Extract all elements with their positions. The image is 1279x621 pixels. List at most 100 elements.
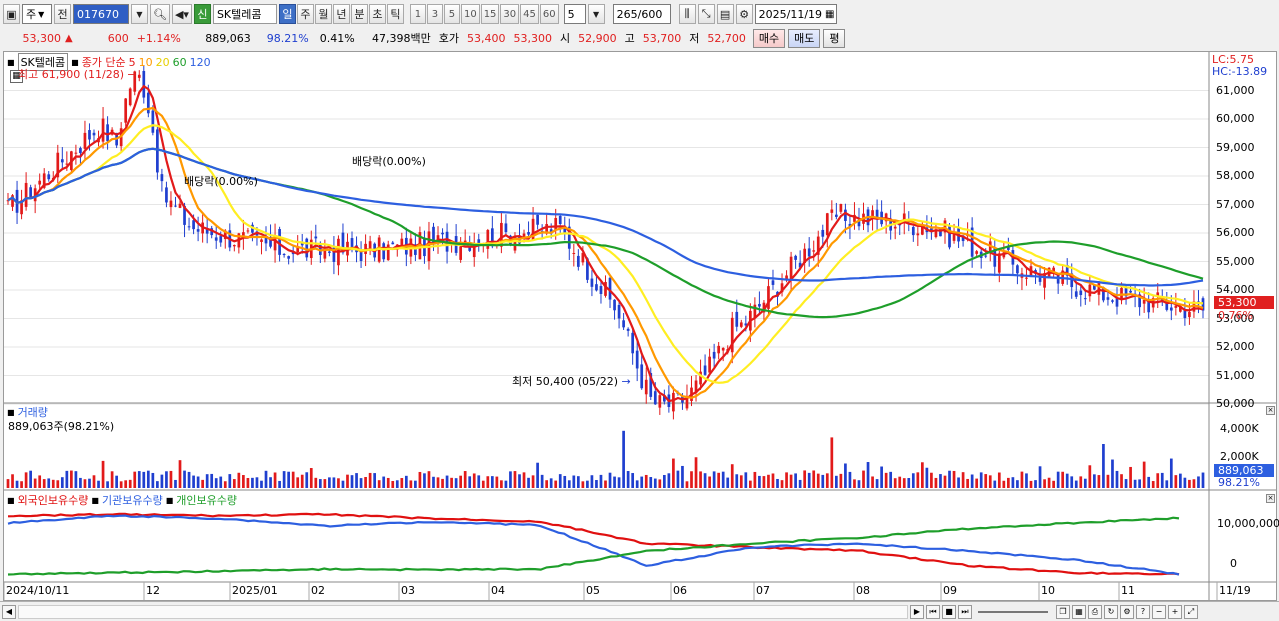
count-field[interactable]: 265/600 [612,4,671,24]
legend-bullet-icon: ■ [165,495,174,505]
candle-body [1183,309,1187,319]
candle-body [192,220,195,230]
search-icon[interactable]: 🔍︎ [150,4,170,24]
volume-bar [1151,481,1155,488]
price-change-pct: +1.14% [136,31,181,45]
period-select[interactable]: 주 ▼ [22,4,52,24]
print-icon[interactable]: ⎙ [1088,604,1102,619]
candle-body [38,180,42,185]
scroll-right-icon[interactable]: ▶ [910,604,924,619]
interval-3[interactable]: 3 [426,4,443,24]
interval-15[interactable]: 15 [480,4,500,24]
avg-button[interactable]: 평 [823,28,846,48]
interval-15-label: 15 [483,8,497,20]
trade-amount: 47,398백만 [371,32,431,45]
scroll-left-icon[interactable]: ◀ [2,604,16,619]
volume-bar [622,430,625,488]
date-tick: 04 [491,584,505,597]
multiplier-field[interactable]: 5 [563,4,586,24]
candle-body [1056,274,1060,284]
candle-body [151,110,155,133]
buy-button[interactable]: 매수 [752,28,786,48]
tab-second[interactable]: 초 [368,4,386,24]
code-dropdown-button[interactable]: ▼ [131,4,148,24]
layout-icon[interactable]: ▣ [3,4,20,24]
interval-10[interactable]: 10 [460,4,480,24]
volume-bar [762,476,766,488]
volume-bar [445,475,449,488]
tab-week[interactable]: 주 [296,4,314,24]
minus-icon[interactable]: − [1152,604,1166,619]
save-icon[interactable]: ▤ [716,4,734,24]
interval-60[interactable]: 60 [539,4,559,24]
volume-bar [377,480,381,488]
volume-bar [884,472,888,488]
volume-bar [151,472,155,488]
copy-icon[interactable]: ❐ [1056,604,1070,619]
candle-body [703,365,707,375]
zoom-slider[interactable] [978,610,1048,613]
chart-canvas[interactable] [4,52,1276,600]
stock-badge-text: 신 [197,8,208,21]
volume-bar [450,477,453,488]
stock-code-input[interactable]: 017670 [73,4,129,24]
volume-bar [355,473,358,488]
crosshair-icon[interactable]: ⤡ [697,4,715,24]
volume-bar [690,471,693,488]
tab-month[interactable]: 월 [314,4,332,24]
tab-day[interactable]: 일 [278,4,296,24]
tab-month-label: 월 [318,8,329,21]
first-icon[interactable]: ⏮ [926,604,940,619]
pane-close-icon[interactable]: × [1266,406,1275,415]
volume-bar [626,471,630,488]
volume-info: 889,063주(98.21%) [8,420,115,433]
grid-icon[interactable]: ▦ [1072,604,1086,619]
holding-tick-0: 0 [1230,557,1237,570]
price-tick: 52,000 [1216,340,1255,353]
chevron-down-icon: ▼ [136,9,143,19]
tab-year[interactable]: 년 [332,4,350,24]
chart-area[interactable]: ■ SK텔레콤 ■ 종가 단순 5 10 20 60 120 ▦ 최고 61,9… [3,51,1279,601]
interval-5[interactable]: 5 [443,4,460,24]
multiplier-dropdown[interactable]: ▼ [587,4,605,24]
resize-icon[interactable]: ⤢ [1184,604,1198,619]
refresh-icon[interactable]: ↻ [1104,604,1118,619]
sell-button[interactable]: 매도 [788,28,821,48]
interval-45[interactable]: 45 [520,4,539,24]
tab-tick[interactable]: 틱 [386,4,404,24]
volume-bar [988,475,992,488]
gear-icon[interactable]: ⚙ [735,4,753,24]
candle-body [1188,311,1191,318]
volume-bar [599,474,603,488]
volume-bar [1074,480,1078,488]
stock-name-field[interactable]: SK텔레콤 [212,4,277,24]
prev-button[interactable]: 전 [54,4,71,24]
stop-icon[interactable]: ■ [942,604,956,619]
date-field[interactable]: 2025/11/19 ▦ [754,4,837,24]
help-icon[interactable]: ? [1136,604,1150,619]
scroll-track[interactable] [18,604,908,619]
interval-30[interactable]: 30 [500,4,520,24]
candle-body [1106,297,1110,300]
volume-bar [830,437,834,488]
volume-bar [939,474,942,488]
gear-icon[interactable]: ⚙ [1120,604,1134,619]
volume-bar [1115,470,1119,488]
candle-body [165,187,168,203]
candle-body [789,256,793,281]
candle-body [282,254,286,256]
pane-close-icon[interactable]: × [1266,494,1275,503]
last-icon[interactable]: ⏭ [958,604,972,619]
plus-icon[interactable]: + [1168,604,1182,619]
scrollbar[interactable]: ◀ ▶ ⏮ ■ ⏭ ❐ ▦ ⎙ ↻ ⚙ ? − + ⤢ [0,601,1279,621]
volume-bar [346,474,349,488]
candle-body [1147,301,1151,313]
volume-bar [79,477,82,488]
candle-icon[interactable]: ⫼ [678,4,696,24]
volume-bar [735,474,739,488]
tab-minute[interactable]: 분 [350,4,368,24]
speaker-icon[interactable]: ◀▾ [171,4,192,24]
interval-1[interactable]: 1 [409,4,426,24]
candle-body [997,253,1001,273]
price-tick: 58,000 [1216,169,1255,182]
